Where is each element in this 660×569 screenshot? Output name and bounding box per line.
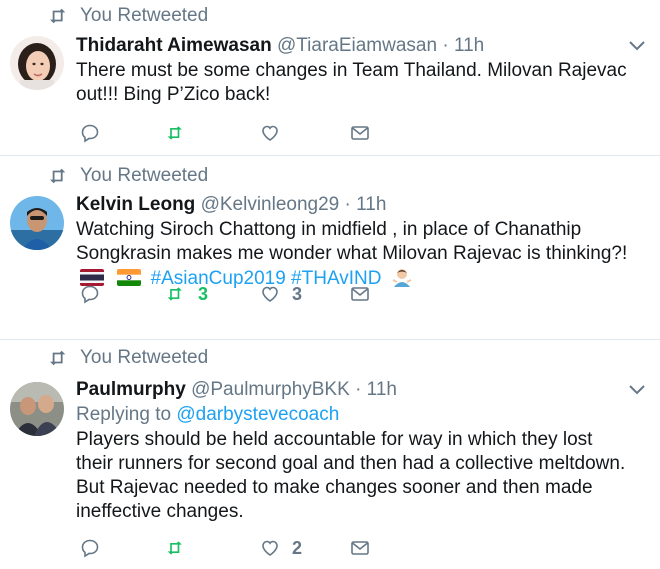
- user-handle[interactable]: @PaulmurphyBKK: [191, 379, 350, 400]
- tweet-text: Players should be held accountable for w…: [76, 429, 626, 522]
- avatar[interactable]: [10, 36, 64, 90]
- retweet-icon: [50, 168, 66, 184]
- tweet-actions: 3 3: [76, 282, 660, 306]
- reply-button[interactable]: [80, 538, 100, 558]
- retweet-label: You Retweeted: [80, 5, 209, 26]
- like-icon: [262, 286, 278, 302]
- avatar[interactable]: [10, 196, 64, 250]
- reply-button[interactable]: [80, 123, 100, 143]
- like-icon: [262, 125, 278, 141]
- retweet-icon: [50, 8, 66, 24]
- tweet-actions: [76, 121, 660, 145]
- retweet-button[interactable]: [166, 123, 198, 143]
- tweet-content: Paulmurphy @PaulmurphyBKK · 11h Replying…: [76, 378, 645, 524]
- retweet-count: 3: [198, 283, 209, 304]
- tweet-text: There must be some changes in Team Thail…: [76, 60, 627, 105]
- timeline-feed: You Retweeted Thidaraht Aimewasan @Tiara…: [0, 0, 660, 569]
- like-icon: [262, 540, 278, 556]
- display-name[interactable]: Kelvin Leong: [76, 194, 195, 215]
- caret-down-icon[interactable]: [628, 40, 646, 52]
- reply-button[interactable]: [80, 284, 100, 304]
- direct-message-button[interactable]: [350, 284, 370, 304]
- tweet[interactable]: You Retweeted Kelvin Leong @Kelvinleong2…: [0, 156, 660, 340]
- avatar[interactable]: [10, 382, 64, 436]
- user-handle[interactable]: @Kelvinleong29: [201, 194, 340, 215]
- retweet-icon: [167, 541, 182, 555]
- tweet-actions: 2: [76, 536, 660, 560]
- reply-mention-link[interactable]: @darbystevecoach: [176, 404, 339, 425]
- like-count: 2: [292, 537, 303, 558]
- tweet-time[interactable]: · 11h: [442, 35, 484, 56]
- tweet-header: Paulmurphy @PaulmurphyBKK · 11h: [76, 378, 630, 402]
- like-button[interactable]: 2: [260, 538, 302, 559]
- retweet-context: You Retweeted: [48, 347, 208, 369]
- like-count: 3: [292, 283, 303, 304]
- retweet-button[interactable]: [166, 538, 198, 558]
- tweet-time[interactable]: · 11h: [355, 379, 397, 400]
- tweet-header: Kelvin Leong @Kelvinleong29 · 11h: [76, 193, 630, 217]
- retweet-context: You Retweeted: [48, 5, 208, 27]
- tweet-time[interactable]: · 11h: [345, 194, 387, 215]
- tweet-content: Kelvin Leong @Kelvinleong29 · 11h Watchi…: [76, 193, 630, 291]
- replying-to-label: Replying to: [76, 404, 177, 425]
- display-name[interactable]: Thidaraht Aimewasan: [76, 35, 272, 56]
- caret-down-icon[interactable]: [628, 384, 646, 396]
- retweet-icon: [167, 126, 182, 140]
- direct-message-icon: [351, 541, 369, 555]
- user-handle[interactable]: @TiaraEiamwasan: [277, 35, 437, 56]
- direct-message-button[interactable]: [350, 123, 370, 143]
- retweet-context: You Retweeted: [48, 165, 208, 187]
- tweet-text: Watching Siroch Chattong in midfield , i…: [76, 219, 628, 264]
- display-name[interactable]: Paulmurphy: [76, 379, 186, 400]
- reply-icon: [81, 285, 99, 304]
- direct-message-icon: [351, 287, 369, 301]
- tweet-header: Thidaraht Aimewasan @TiaraEiamwasan · 11…: [76, 34, 630, 58]
- reply-icon: [81, 539, 99, 558]
- retweet-icon: [167, 287, 182, 301]
- reply-icon: [81, 124, 99, 143]
- like-button[interactable]: [260, 123, 292, 143]
- replying-to: Replying to @darbystevecoach: [76, 403, 630, 427]
- retweet-button[interactable]: 3: [166, 284, 208, 305]
- retweet-label: You Retweeted: [80, 165, 209, 186]
- tweet[interactable]: You Retweeted Paulmurphy @PaulmurphyBKK …: [0, 340, 660, 569]
- tweet-text-block: Watching Siroch Chattong in midfield , i…: [76, 218, 630, 291]
- direct-message-icon: [351, 126, 369, 140]
- retweet-label: You Retweeted: [80, 347, 209, 368]
- tweet[interactable]: You Retweeted Thidaraht Aimewasan @Tiara…: [0, 0, 660, 156]
- like-button[interactable]: 3: [260, 284, 302, 305]
- retweet-icon: [50, 350, 66, 366]
- direct-message-button[interactable]: [350, 538, 370, 558]
- tweet-content: Thidaraht Aimewasan @TiaraEiamwasan · 11…: [76, 34, 645, 107]
